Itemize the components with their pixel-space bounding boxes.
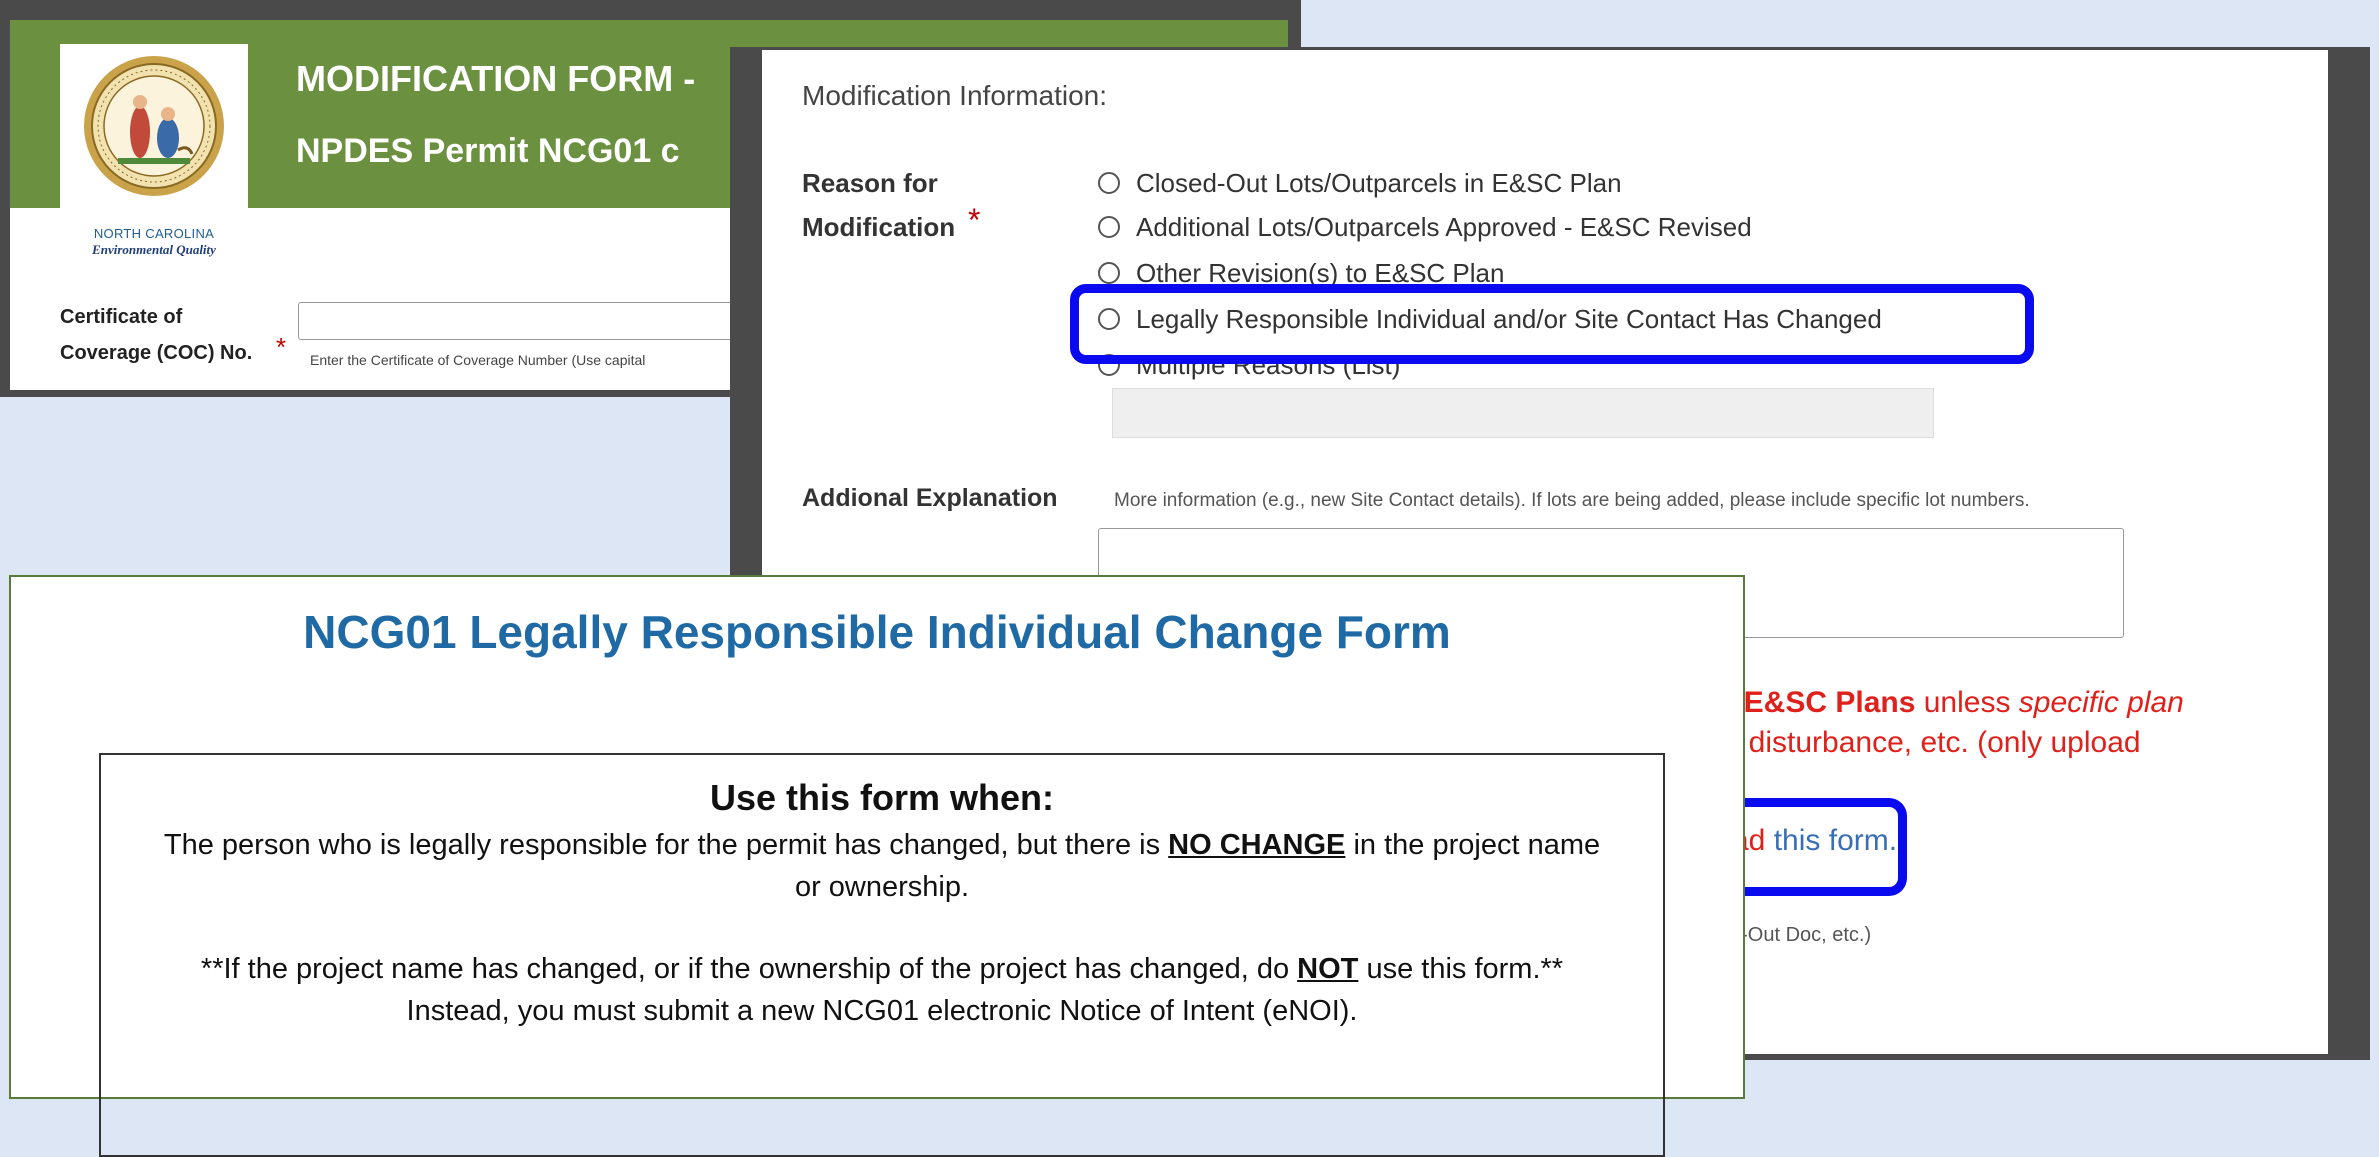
reason-label: Reason for (802, 168, 938, 198)
logo-text-agency: Environmental Quality (92, 242, 216, 257)
instructions-note: Instead, you must submit a new NCG01 ele… (406, 995, 1358, 1027)
form-title: MODIFICATION FORM - (296, 58, 696, 99)
upload-warning-line1: d E&SC Plans unless specific plan (1717, 686, 2184, 720)
upload-warning-line2: f disturbance, etc. (only upload (1732, 726, 2141, 759)
coc-help-text: Enter the Certificate of Coverage Number… (310, 352, 646, 368)
coc-label-cont: Coverage (COC) No. (60, 342, 253, 364)
nc-state-seal-icon (84, 56, 224, 196)
option-label: Additional Lots/Outparcels Approved - E&… (1136, 212, 1752, 242)
note-text: **If the project name has changed, or if… (200, 953, 1298, 985)
instructions-line: The person who is legally responsible fo… (101, 829, 1663, 862)
instructions-text: The person who is legally responsible fo… (163, 829, 1169, 861)
instructions-heading: Use this form when: (709, 777, 1055, 818)
warning-italic: specific plan (2018, 686, 2184, 719)
required-asterisk: * (968, 202, 981, 238)
warning-text: unless (1915, 686, 2019, 719)
additional-explanation-label: Addional Explanation (802, 484, 1058, 512)
not-emphasis: NOT (1297, 953, 1359, 985)
reason-option-additional-lots[interactable]: Additional Lots/Outparcels Approved - E&… (1098, 212, 1752, 243)
warning-bold: d E&SC Plans (1717, 686, 1916, 719)
reason-option-closed-out-lots[interactable]: Closed-Out Lots/Outparcels in E&SC Plan (1098, 168, 1622, 199)
no-change-emphasis: NO CHANGE (1168, 829, 1346, 861)
ncdeq-logo: NORTH CAROLINA Environmental Quality (60, 44, 248, 276)
form-subtitle: NPDES Permit NCG01 c (296, 132, 680, 170)
instructions-text: in the project name (1345, 829, 1601, 861)
lri-form-title: NCG01 Legally Responsible Individual Cha… (303, 606, 1451, 658)
instructions-line: or ownership. (794, 871, 970, 903)
logo-text-state: NORTH CAROLINA (93, 226, 215, 241)
radio-button-icon[interactable] (1098, 172, 1120, 194)
note-text: use this form.** (1358, 953, 1564, 985)
coc-label: Certificate of (60, 306, 183, 328)
option-label: Closed-Out Lots/Outparcels in E&SC Plan (1136, 168, 1622, 198)
instructions-note: **If the project name has changed, or if… (101, 953, 1663, 986)
upload-help-text: e-Out Doc, etc.) (1730, 924, 1872, 946)
reason-label-cont: Modification (802, 212, 956, 242)
additional-explanation-help: More information (e.g., new Site Contact… (1114, 490, 2030, 511)
instructions-box: Use this form when: The person who is le… (99, 753, 1665, 1157)
section-title: Modification Information: (802, 80, 1108, 111)
radio-button-icon[interactable] (1098, 216, 1120, 238)
lri-change-form-panel: NCG01 Legally Responsible Individual Cha… (9, 575, 1745, 1157)
radio-button-icon[interactable] (1098, 262, 1120, 284)
required-asterisk: * (276, 332, 287, 362)
highlight-box (1070, 284, 2034, 364)
multiple-reasons-input[interactable] (1112, 388, 1934, 438)
